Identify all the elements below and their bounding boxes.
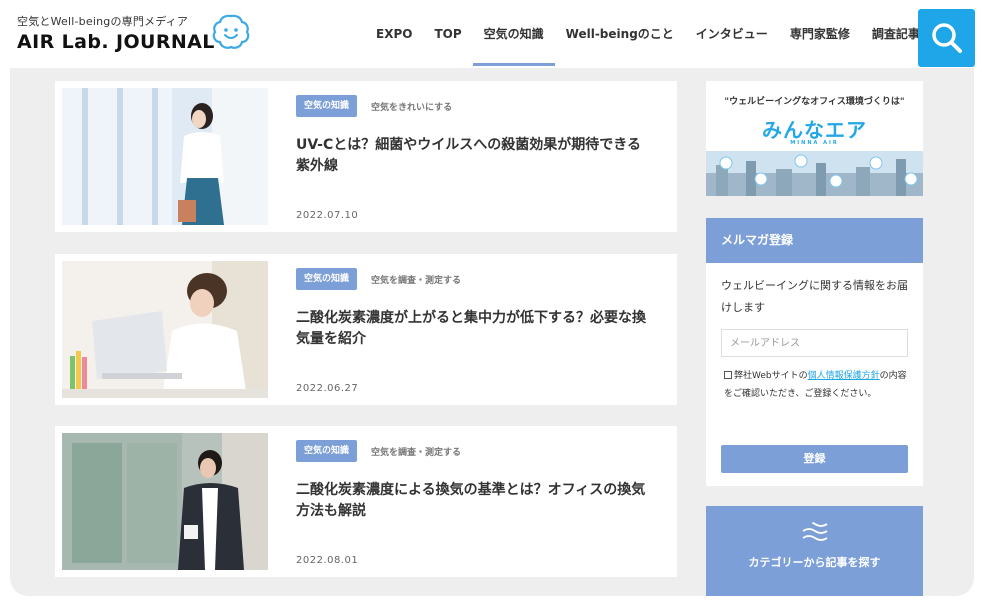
article-date: 2022.06.27 — [296, 383, 359, 394]
site-title[interactable]: AIR Lab. JOURNAL — [17, 31, 215, 53]
privacy-policy-link[interactable]: 個人情報保護方針 — [808, 371, 880, 381]
banner-logo: みんなエア — [762, 118, 867, 142]
global-nav: EXPO TOP 空気の知識 Well-beingのこと インタビュー 専門家監… — [365, 0, 931, 68]
site-tagline: 空気とWell-beingの専門メディア — [17, 15, 189, 28]
banner-text: "ウェルビーイングなオフィス環境づくりは" — [724, 97, 905, 107]
nav-expo[interactable]: EXPO — [365, 0, 423, 68]
minna-air-banner[interactable]: "ウェルビーイングなオフィス環境づくりは" みんなエア MINNA AIR — [706, 81, 923, 196]
site-header: 空気とWell-beingの専門メディア AIR Lab. JOURNAL EX… — [0, 0, 982, 68]
category-notch — [797, 520, 815, 529]
subcategory-tag[interactable]: 空気をきれいにする — [371, 100, 452, 113]
banner-logo-sub: MINNA AIR — [790, 140, 839, 146]
nav-expert[interactable]: 専門家監修 — [779, 0, 861, 68]
nav-air-knowledge[interactable]: 空気の知識 — [472, 0, 555, 68]
article-card[interactable]: 空気の知識 空気を調査・測定する 二酸化炭素濃度が上がると集中力が低下する？必要… — [55, 254, 677, 405]
city-illustration-icon — [706, 151, 923, 196]
category-tag[interactable]: 空気の知識 — [296, 95, 358, 117]
article-date: 2022.08.01 — [296, 555, 359, 566]
main-content: 空気の知識 空気をきれいにする UV-Cとは？細菌やウイルスへの殺菌効果が期待で… — [10, 68, 974, 596]
email-field[interactable] — [721, 329, 908, 357]
subcategory-tag[interactable]: 空気を調査・測定する — [371, 273, 461, 286]
mascot-logo-icon[interactable] — [211, 12, 251, 52]
article-title[interactable]: 二酸化炭素濃度による換気の基準とは？オフィスの換気方法も解説 — [296, 480, 646, 522]
article-card[interactable]: 空気の知識 空気を調査・測定する 二酸化炭素濃度による換気の基準とは？オフィスの… — [55, 426, 677, 577]
search-button[interactable] — [918, 9, 975, 67]
nav-top[interactable]: TOP — [423, 0, 472, 68]
nav-well-being[interactable]: Well-beingのこと — [555, 0, 685, 68]
article-title[interactable]: UV-Cとは？細菌やウイルスへの殺菌効果が期待できる紫外線 — [296, 135, 646, 177]
consent-text: 弊社Webサイトの個人情報保護方針の内容をご確認いただき、ご登録ください。 — [724, 371, 907, 399]
category-tag[interactable]: 空気の知識 — [296, 440, 358, 462]
article-card[interactable]: 空気の知識 空気をきれいにする UV-Cとは？細菌やウイルスへの殺菌効果が期待で… — [55, 81, 677, 232]
newsletter-box: メルマガ登録 ウェルビーイングに関する情報をお届けします 弊社Webサイトの個人… — [706, 218, 923, 486]
category-tag[interactable]: 空気の知識 — [296, 268, 358, 290]
article-thumbnail[interactable] — [62, 88, 268, 225]
category-search-label: カテゴリーから記事を探す — [748, 556, 881, 569]
nav-interview[interactable]: インタビュー — [685, 0, 779, 68]
article-thumbnail[interactable] — [62, 261, 268, 398]
article-title[interactable]: 二酸化炭素濃度が上がると集中力が低下する？必要な換気量を紹介 — [296, 308, 646, 350]
subcategory-tag[interactable]: 空気を調査・測定する — [371, 445, 461, 458]
search-icon — [931, 23, 962, 53]
consent-checkbox[interactable] — [724, 371, 732, 379]
newsletter-description: ウェルビーイングに関する情報をお届けします — [721, 279, 908, 314]
article-date: 2022.07.10 — [296, 210, 359, 221]
article-thumbnail[interactable] — [62, 433, 268, 570]
newsletter-heading: メルマガ登録 — [706, 218, 923, 263]
newsletter-submit-button[interactable]: 登録 — [721, 445, 908, 473]
